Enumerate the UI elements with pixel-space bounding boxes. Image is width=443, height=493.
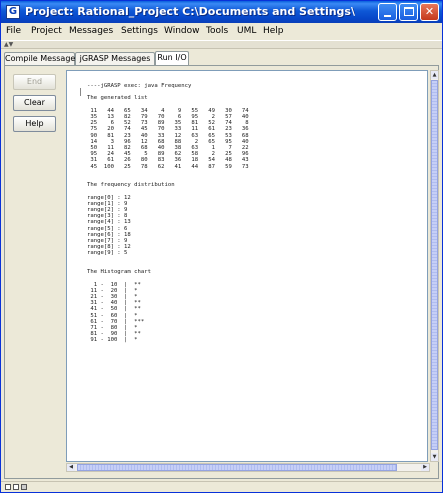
menu-project[interactable]: Project xyxy=(31,26,62,36)
menu-uml[interactable]: UML xyxy=(237,26,256,36)
toolbar-strip: ▲▼ xyxy=(1,40,442,49)
window-layout-icon[interactable] xyxy=(5,484,11,490)
horizontal-scrollbar[interactable]: ◀ ▶ xyxy=(66,463,430,472)
menu-bar: File Project Messages Settings Window To… xyxy=(1,23,442,40)
close-button[interactable]: ✕ xyxy=(420,3,439,21)
minimize-button[interactable] xyxy=(378,3,397,21)
tab-run-io[interactable]: Run I/O xyxy=(155,51,189,65)
maximize-icon xyxy=(404,7,414,16)
run-io-panel: End Clear Help ----jGRASP exec: java Fre… xyxy=(4,65,439,479)
scroll-up-icon[interactable]: ▲ xyxy=(431,71,438,79)
run-io-output[interactable]: ----jGRASP exec: java Frequency The gene… xyxy=(66,70,428,462)
menu-settings[interactable]: Settings xyxy=(121,26,158,36)
scroll-right-icon[interactable]: ▶ xyxy=(421,464,429,471)
jgrasp-window: G Project: Rational_Project C:\Documents… xyxy=(0,0,443,493)
split-view-icon[interactable] xyxy=(13,484,19,490)
menu-help[interactable]: Help xyxy=(263,26,284,36)
clear-button[interactable]: Clear xyxy=(13,95,56,111)
tab-jgrasp-messages[interactable]: jGRASP Messages xyxy=(75,52,155,65)
menu-tools[interactable]: Tools xyxy=(206,26,228,36)
status-bar xyxy=(1,481,442,492)
menu-window[interactable]: Window xyxy=(164,26,200,36)
close-icon: ✕ xyxy=(424,5,435,18)
tab-compile-messages[interactable]: Compile Messages xyxy=(4,52,80,65)
message-tabs: Compile Messages jGRASP Messages Run I/O xyxy=(1,51,442,65)
jgrasp-app-icon[interactable]: G xyxy=(6,5,20,19)
console-text: ----jGRASP exec: java Frequency The gene… xyxy=(87,83,249,344)
menu-messages[interactable]: Messages xyxy=(69,26,113,36)
desktop-icon[interactable] xyxy=(21,484,27,490)
scroll-left-icon[interactable]: ◀ xyxy=(67,464,75,471)
help-button[interactable]: Help xyxy=(13,116,56,132)
maximize-button[interactable] xyxy=(399,3,418,21)
horizontal-scroll-thumb[interactable] xyxy=(77,464,397,471)
collapse-arrows-icon[interactable]: ▲▼ xyxy=(4,41,13,48)
vertical-scrollbar[interactable]: ▲ ▼ xyxy=(430,70,439,462)
scroll-down-icon[interactable]: ▼ xyxy=(431,453,438,461)
window-title: Project: Rational_Project C:\Documents a… xyxy=(25,5,355,18)
menu-file[interactable]: File xyxy=(6,26,21,36)
end-button[interactable]: End xyxy=(13,74,56,90)
title-bar[interactable]: G Project: Rational_Project C:\Documents… xyxy=(1,1,442,23)
minimize-icon xyxy=(384,15,391,17)
output-gutter-marker xyxy=(80,88,81,96)
vertical-scroll-thumb[interactable] xyxy=(431,80,438,450)
